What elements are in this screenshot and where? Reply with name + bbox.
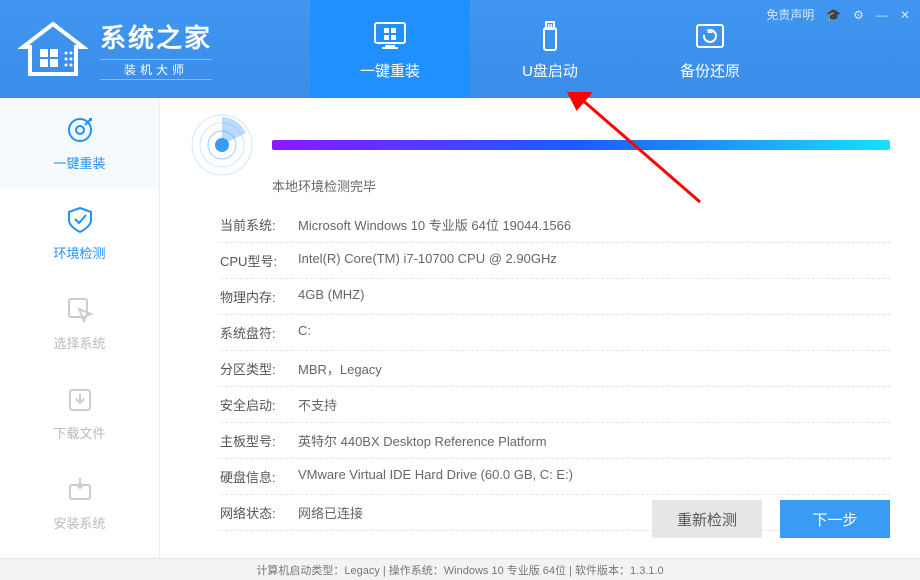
row-cpu: CPU型号:Intel(R) Core(TM) i7-10700 CPU @ 2… xyxy=(220,243,890,279)
row-current-os: 当前系统:Microsoft Windows 10 专业版 64位 19044.… xyxy=(220,207,890,243)
app-title: 系统之家 xyxy=(100,18,212,55)
progress-bar xyxy=(272,140,890,150)
tab-reinstall[interactable]: 一键重装 xyxy=(310,0,470,98)
row-partition: 分区类型:MBR，Legacy xyxy=(220,351,890,387)
shield-check-icon xyxy=(65,205,95,235)
app-subtitle: 装机大师 xyxy=(100,59,212,80)
progress-row xyxy=(190,110,890,180)
disclaimer-link[interactable]: 免责声明 xyxy=(766,6,814,23)
target-icon xyxy=(65,115,95,145)
tab-usb-boot[interactable]: U盘启动 xyxy=(470,0,630,98)
sidebar-item-env-check[interactable]: 环境检测 xyxy=(0,188,159,278)
settings-icon[interactable]: ⚙ xyxy=(853,8,864,22)
main-panel: 本地环境检测完毕 当前系统:Microsoft Windows 10 专业版 6… xyxy=(160,98,920,558)
logo-area: 系统之家 装机大师 xyxy=(0,0,310,98)
progress-status: 本地环境检测完毕 xyxy=(272,176,890,195)
title-controls: 免责声明 🎓 ⚙ — ✕ xyxy=(766,6,910,23)
next-button[interactable]: 下一步 xyxy=(780,500,890,538)
row-disk: 硬盘信息:VMware Virtual IDE Hard Drive (60.0… xyxy=(220,459,890,495)
row-drive: 系统盘符:C: xyxy=(220,315,890,351)
sidebar-item-download[interactable]: 下载文件 xyxy=(0,368,159,458)
minimize-icon[interactable]: — xyxy=(876,8,888,22)
row-memory: 物理内存:4GB (MHZ) xyxy=(220,279,890,315)
sidebar: 一键重装 环境检测 选择系统 下载文件 安装系统 xyxy=(0,98,160,558)
logo-icon xyxy=(18,19,88,79)
install-icon xyxy=(65,475,95,505)
graduate-icon[interactable]: 🎓 xyxy=(826,8,841,22)
header: 系统之家 装机大师 一键重装 U盘启动 备份还原 免责声明 🎓 ⚙ — ✕ xyxy=(0,0,920,98)
info-table: 当前系统:Microsoft Windows 10 专业版 64位 19044.… xyxy=(220,207,890,531)
monitor-icon xyxy=(372,18,408,54)
select-icon xyxy=(65,295,95,325)
row-secureboot: 安全启动:不支持 xyxy=(220,387,890,423)
actions: 重新检测 下一步 xyxy=(652,500,890,538)
sidebar-item-install[interactable]: 安装系统 xyxy=(0,458,159,548)
radar-icon xyxy=(190,113,254,177)
body: 一键重装 环境检测 选择系统 下载文件 安装系统 xyxy=(0,98,920,558)
statusbar: 计算机启动类型：Legacy | 操作系统：Windows 10 专业版 64位… xyxy=(0,558,920,580)
usb-icon xyxy=(532,18,568,54)
sidebar-item-select-os[interactable]: 选择系统 xyxy=(0,278,159,368)
row-motherboard: 主板型号:英特尔 440BX Desktop Reference Platfor… xyxy=(220,423,890,459)
retest-button[interactable]: 重新检测 xyxy=(652,500,762,538)
download-icon xyxy=(65,385,95,415)
backup-icon xyxy=(692,18,728,54)
close-icon[interactable]: ✕ xyxy=(900,8,910,22)
sidebar-item-reinstall[interactable]: 一键重装 xyxy=(0,98,159,188)
